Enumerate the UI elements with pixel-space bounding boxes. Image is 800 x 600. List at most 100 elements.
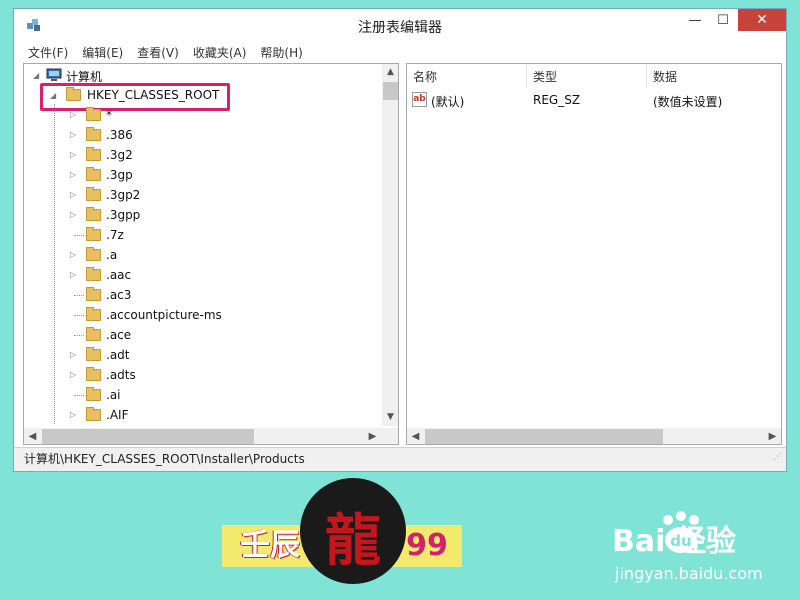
folder-icon bbox=[86, 207, 101, 221]
tree-node[interactable]: .ace bbox=[24, 325, 380, 345]
list-horizontal-scrollbar[interactable]: ◀ ▶ bbox=[407, 428, 781, 444]
folder-icon bbox=[86, 267, 101, 281]
tree-node-label: .7z bbox=[106, 228, 124, 242]
tree-node-label: .ace bbox=[106, 328, 132, 342]
folder-icon bbox=[86, 407, 101, 421]
tree-vertical-scrollbar[interactable]: ▲ ▼ bbox=[382, 64, 398, 426]
tree-node[interactable]: ▷ .386 bbox=[24, 125, 380, 145]
tree-node[interactable]: .accountpicture-ms bbox=[24, 305, 380, 325]
folder-icon bbox=[86, 147, 101, 161]
value-row-default[interactable]: ab (默认) REG_SZ (数值未设置) bbox=[407, 90, 781, 110]
close-button[interactable]: ✕ bbox=[738, 9, 786, 31]
column-header-type[interactable]: 类型 bbox=[527, 64, 647, 88]
tree-branch-line bbox=[74, 295, 84, 296]
folder-icon bbox=[86, 107, 101, 121]
folder-icon bbox=[86, 187, 101, 201]
baidu-paw-icon: du bbox=[663, 511, 699, 553]
dragon-logo-mark: 龍 bbox=[325, 509, 381, 574]
tree-horizontal-scrollbar[interactable]: ◀ ▶ bbox=[24, 428, 398, 444]
tree-scroll-thumb[interactable] bbox=[383, 82, 398, 100]
tree-node[interactable]: .ai bbox=[24, 385, 380, 405]
value-list-pane[interactable]: 名称 类型 数据 ab (默认) REG_SZ (数值未设置) ◀ ▶ bbox=[406, 63, 782, 445]
menu-view[interactable]: 查看(V) bbox=[137, 44, 179, 61]
folder-icon bbox=[86, 307, 101, 321]
expand-arrow-icon[interactable]: ▷ bbox=[70, 250, 76, 259]
scroll-left-icon[interactable]: ◀ bbox=[407, 428, 424, 444]
value-type: REG_SZ bbox=[533, 93, 581, 107]
resize-grip-icon[interactable]: ⋰ bbox=[773, 446, 782, 468]
title-bar[interactable]: 注册表编辑器 — ☐ ✕ bbox=[14, 9, 786, 41]
tree-node-label: .adts bbox=[106, 368, 136, 382]
column-header-data[interactable]: 数据 bbox=[647, 64, 781, 88]
tree-node-label: .386 bbox=[106, 128, 133, 142]
folder-icon bbox=[86, 247, 101, 261]
scroll-right-icon[interactable]: ▶ bbox=[764, 428, 781, 444]
tree-node-label: .accountpicture-ms bbox=[106, 308, 222, 322]
key-tree-pane[interactable]: ◢ 计算机 ◢ HKEY_CLASSES_ROOT ▷ * ▷ .386 ▷ .3g2 ▷.… bbox=[23, 63, 399, 445]
tree-node[interactable]: ▷ .3gp2 bbox=[24, 185, 380, 205]
tree-node[interactable]: ▷ .3g2 bbox=[24, 145, 380, 165]
tree-node-label: .aac bbox=[106, 268, 132, 282]
expand-arrow-icon[interactable]: ▷ bbox=[70, 130, 76, 139]
tree-node-label: .3gpp bbox=[106, 208, 141, 222]
tree-node-label: .adt bbox=[106, 348, 130, 362]
folder-icon bbox=[86, 387, 101, 401]
tree-node[interactable]: ▷ * bbox=[24, 105, 380, 125]
expand-arrow-icon[interactable]: ▷ bbox=[70, 190, 76, 199]
baidu-paw-text: du bbox=[670, 532, 691, 550]
expand-arrow-icon[interactable]: ▷ bbox=[70, 270, 76, 279]
tree-node-label: .ac3 bbox=[106, 288, 132, 302]
collapse-arrow-icon[interactable]: ◢ bbox=[33, 71, 39, 80]
status-path: 计算机\HKEY_CLASSES_ROOT\Installer\Products bbox=[24, 452, 305, 466]
tree-node-label: .AIF bbox=[106, 408, 129, 422]
list-hscroll-thumb[interactable] bbox=[425, 429, 663, 444]
tree-node[interactable]: ▷ .3gpp bbox=[24, 205, 380, 225]
dragon-logo: 龍 bbox=[300, 478, 406, 584]
tree-branch-line bbox=[74, 335, 84, 336]
menu-favorites[interactable]: 收藏夹(A) bbox=[193, 44, 247, 61]
tree-node[interactable]: ▷ .3gp bbox=[24, 165, 380, 185]
menu-edit[interactable]: 编辑(E) bbox=[82, 44, 123, 61]
expand-arrow-icon[interactable]: ▷ bbox=[70, 410, 76, 419]
minimize-button[interactable]: — bbox=[682, 9, 708, 31]
registry-editor-window: 注册表编辑器 — ☐ ✕ 文件(F) 编辑(E) 查看(V) 收藏夹(A) 帮助… bbox=[13, 8, 787, 472]
column-header-name[interactable]: 名称 bbox=[407, 64, 527, 88]
tree-node[interactable]: ▷ .aac bbox=[24, 265, 380, 285]
tree-node[interactable]: .7z bbox=[24, 225, 380, 245]
scroll-left-icon[interactable]: ◀ bbox=[24, 428, 41, 444]
value-data: (数值未设置) bbox=[653, 95, 723, 109]
string-value-icon: ab bbox=[412, 92, 427, 107]
maximize-button[interactable]: ☐ bbox=[710, 9, 736, 31]
scroll-right-icon[interactable]: ▶ bbox=[364, 428, 381, 444]
tree-branch-line bbox=[74, 235, 84, 236]
folder-icon bbox=[86, 287, 101, 301]
expand-arrow-icon[interactable]: ▷ bbox=[70, 110, 76, 119]
expand-arrow-icon[interactable]: ▷ bbox=[70, 210, 76, 219]
tree-node[interactable]: ▷ .AIF bbox=[24, 405, 380, 425]
tree-node[interactable]: .ac3 bbox=[24, 285, 380, 305]
expand-arrow-icon[interactable]: ▷ bbox=[70, 370, 76, 379]
folder-icon bbox=[86, 327, 101, 341]
tree-node-label: .3g2 bbox=[106, 148, 133, 162]
tree-node[interactable]: ▷ .adt bbox=[24, 345, 380, 365]
tree-node[interactable]: ▷ .a bbox=[24, 245, 380, 265]
tree-node[interactable]: ▷ .adts bbox=[24, 365, 380, 385]
tree-node-label: * bbox=[106, 108, 112, 122]
tree-branch-line bbox=[74, 315, 84, 316]
menu-file[interactable]: 文件(F) bbox=[28, 44, 68, 61]
expand-arrow-icon[interactable]: ▷ bbox=[70, 150, 76, 159]
tree-node-computer[interactable]: ◢ 计算机 bbox=[24, 65, 380, 85]
value-name: (默认) bbox=[431, 95, 465, 109]
expand-arrow-icon[interactable]: ▷ bbox=[70, 170, 76, 179]
baidu-url: jingyan.baidu.com bbox=[615, 564, 763, 583]
folder-icon bbox=[86, 227, 101, 241]
window-title: 注册表编辑器 bbox=[358, 20, 442, 36]
folder-icon bbox=[86, 367, 101, 381]
tree-hscroll-thumb[interactable] bbox=[42, 429, 254, 444]
tree-node-label: .3gp bbox=[106, 168, 133, 182]
scroll-up-icon[interactable]: ▲ bbox=[382, 64, 398, 81]
scroll-down-icon[interactable]: ▼ bbox=[382, 409, 398, 426]
expand-arrow-icon[interactable]: ▷ bbox=[70, 350, 76, 359]
folder-icon bbox=[86, 347, 101, 361]
menu-help[interactable]: 帮助(H) bbox=[260, 44, 302, 61]
